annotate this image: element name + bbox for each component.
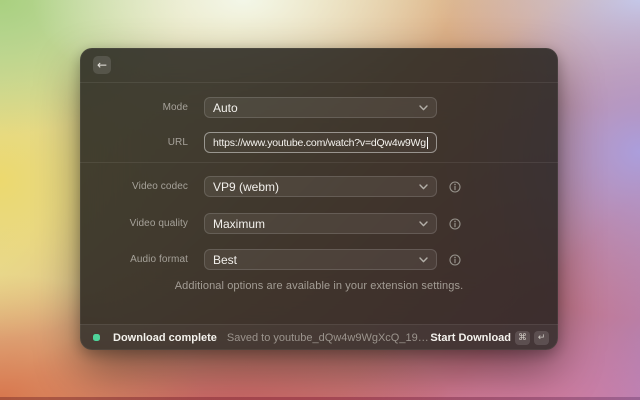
- video-quality-dropdown[interactable]: Maximum: [204, 213, 437, 234]
- chevron-down-icon: [419, 257, 428, 263]
- download-form: Mode Auto URL https://www.youtube.com/wa…: [80, 83, 558, 323]
- start-download-label: Start Download: [430, 332, 511, 344]
- url-input[interactable]: https://www.youtube.com/watch?v=dQw4w9Wg…: [204, 132, 437, 153]
- info-icon[interactable]: [449, 254, 461, 266]
- downloader-window: ← Mode Auto URL https://www.youtube.com/…: [80, 48, 558, 350]
- settings-note: Additional options are available in your…: [80, 280, 558, 292]
- return-key-icon: ↵: [534, 331, 549, 345]
- audio-format-value: Best: [213, 253, 237, 267]
- audio-format-label: Audio format: [80, 254, 188, 265]
- chevron-down-icon: [419, 105, 428, 111]
- window-header: ←: [80, 48, 558, 83]
- info-icon[interactable]: [449, 181, 461, 193]
- video-codec-dropdown[interactable]: VP9 (webm): [204, 176, 437, 197]
- text-caret: [427, 137, 428, 149]
- mode-dropdown[interactable]: Auto: [204, 97, 437, 118]
- url-row: URL https://www.youtube.com/watch?v=dQw4…: [80, 132, 558, 153]
- url-value: https://www.youtube.com/watch?v=dQw4w9Wg…: [213, 137, 426, 149]
- video-codec-row: Video codec VP9 (webm): [80, 176, 558, 197]
- mode-label: Mode: [80, 102, 188, 113]
- video-quality-row: Video quality Maximum: [80, 213, 558, 234]
- status-text: Download complete: [113, 332, 217, 344]
- video-codec-label: Video codec: [80, 181, 188, 192]
- url-label: URL: [80, 137, 188, 148]
- video-quality-label: Video quality: [80, 218, 188, 229]
- video-quality-value: Maximum: [213, 217, 265, 231]
- desktop-background: ← Mode Auto URL https://www.youtube.com/…: [0, 0, 640, 400]
- audio-format-dropdown[interactable]: Best: [204, 249, 437, 270]
- start-download-button[interactable]: Start Download ⌘ ↵: [430, 331, 549, 345]
- action-bar: Download complete Saved to youtube_dQw4w…: [80, 324, 558, 350]
- back-button[interactable]: ←: [93, 56, 111, 74]
- status-indicator-dot: [93, 334, 100, 341]
- chevron-down-icon: [419, 221, 428, 227]
- arrow-left-icon: ←: [97, 59, 107, 71]
- chevron-down-icon: [419, 184, 428, 190]
- section-divider: [80, 162, 558, 163]
- info-icon[interactable]: [449, 218, 461, 230]
- status-detail: Saved to youtube_dQw4w9WgXcQ_1920×1080_v…: [227, 332, 430, 344]
- audio-format-row: Audio format Best: [80, 249, 558, 270]
- mode-row: Mode Auto: [80, 97, 558, 118]
- video-codec-value: VP9 (webm): [213, 180, 279, 194]
- command-key-icon: ⌘: [515, 331, 530, 345]
- mode-value: Auto: [213, 101, 238, 115]
